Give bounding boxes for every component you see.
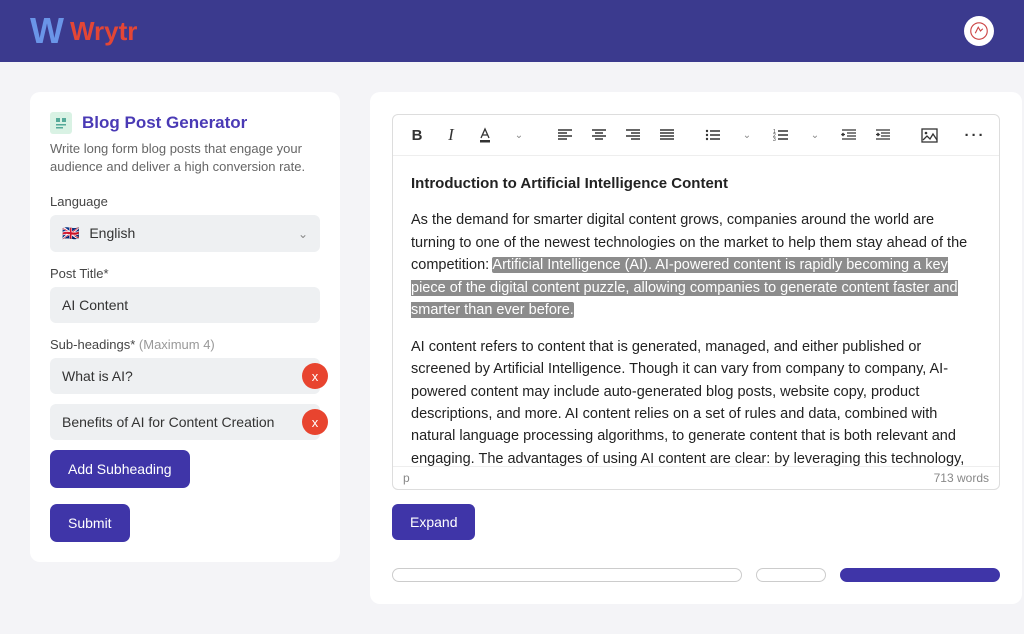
tool-description: Write long form blog posts that engage y… — [50, 140, 320, 176]
editor-toolbar: B I ⌄ — [393, 115, 999, 156]
tool-header: Blog Post Generator — [50, 112, 320, 134]
editor-content[interactable]: Introduction to Artificial Intelligence … — [393, 156, 999, 466]
action-box[interactable] — [392, 568, 742, 582]
numbered-list-icon: 123 — [773, 128, 789, 142]
editor-panel: B I ⌄ — [370, 92, 1022, 604]
text-color-icon — [477, 127, 493, 143]
numbered-list-button[interactable]: 123 — [771, 125, 791, 145]
outdent-button[interactable] — [839, 125, 859, 145]
image-button[interactable] — [919, 125, 939, 145]
content-paragraph: As the demand for smarter digital conten… — [411, 209, 981, 321]
post-title-label: Post Title* — [50, 266, 320, 281]
language-value: English — [89, 225, 135, 241]
image-icon — [921, 128, 938, 143]
text-color-button[interactable] — [475, 125, 495, 145]
subheading-input-2[interactable]: Benefits of AI for Content Creation — [50, 404, 320, 440]
align-left-icon — [557, 128, 573, 142]
align-left-button[interactable] — [555, 125, 575, 145]
language-label: Language — [50, 194, 320, 209]
subheading-row: Benefits of AI for Content Creation x — [50, 404, 320, 440]
editor-container: B I ⌄ — [392, 114, 1000, 490]
svg-text:3: 3 — [773, 137, 776, 142]
list-dropdown[interactable]: ⌄ — [737, 125, 757, 145]
bullet-list-button[interactable] — [703, 125, 723, 145]
italic-button[interactable]: I — [441, 125, 461, 145]
selected-text: Artificial Intelligence (AI). AI-powered… — [411, 257, 958, 318]
post-title-value: AI Content — [62, 297, 128, 313]
logo-mark: W — [30, 10, 62, 52]
flag-icon: 🇬🇧 — [62, 225, 79, 241]
indent-button[interactable] — [873, 125, 893, 145]
submit-button[interactable]: Submit — [50, 504, 130, 542]
blog-post-icon — [50, 112, 72, 134]
action-box[interactable] — [756, 568, 826, 582]
chevron-down-icon: ⌄ — [515, 130, 523, 141]
chevron-down-icon: ⌄ — [811, 130, 819, 141]
avatar[interactable] — [964, 16, 994, 46]
editor-statusbar: p 713 words — [393, 466, 999, 489]
element-path[interactable]: p — [403, 471, 410, 485]
add-subheading-button[interactable]: Add Subheading — [50, 450, 190, 488]
word-count: 713 words — [934, 471, 989, 485]
subheading-row: What is AI? x — [50, 358, 320, 394]
chevron-down-icon: ⌄ — [298, 227, 308, 241]
expand-button[interactable]: Expand — [392, 504, 475, 540]
close-icon: x — [312, 415, 319, 430]
align-justify-icon — [659, 128, 675, 142]
main-area: Blog Post Generator Write long form blog… — [0, 62, 1024, 634]
align-center-button[interactable] — [589, 125, 609, 145]
bold-button[interactable]: B — [407, 125, 427, 145]
more-button[interactable]: ··· — [965, 125, 985, 145]
bullet-list-icon — [705, 128, 721, 142]
align-justify-button[interactable] — [657, 125, 677, 145]
logo[interactable]: W Wrytr — [30, 10, 137, 52]
language-select[interactable]: 🇬🇧 English ⌄ — [50, 215, 320, 252]
app-header: W Wrytr — [0, 0, 1024, 62]
tool-title: Blog Post Generator — [82, 113, 247, 133]
content-paragraph: AI content refers to content that is gen… — [411, 336, 981, 466]
numbered-dropdown[interactable]: ⌄ — [805, 125, 825, 145]
align-right-button[interactable] — [623, 125, 643, 145]
outdent-icon — [841, 128, 857, 142]
post-title-input[interactable]: AI Content — [50, 287, 320, 323]
subheadings-label: Sub-headings* (Maximum 4) — [50, 337, 320, 352]
form-panel: Blog Post Generator Write long form blog… — [30, 92, 340, 562]
avatar-icon — [970, 22, 988, 40]
chevron-down-icon: ⌄ — [743, 130, 751, 141]
close-icon: x — [312, 369, 319, 384]
color-dropdown[interactable]: ⌄ — [509, 125, 529, 145]
align-center-icon — [591, 128, 607, 142]
bottom-actions — [392, 568, 1000, 582]
align-right-icon — [625, 128, 641, 142]
remove-subheading-button[interactable]: x — [302, 409, 328, 435]
primary-action-box[interactable] — [840, 568, 1000, 582]
logo-text: Wrytr — [70, 16, 137, 47]
remove-subheading-button[interactable]: x — [302, 363, 328, 389]
content-heading: Introduction to Artificial Intelligence … — [411, 172, 981, 195]
indent-icon — [875, 128, 891, 142]
subheading-input-1[interactable]: What is AI? — [50, 358, 320, 394]
more-icon: ··· — [965, 127, 986, 144]
